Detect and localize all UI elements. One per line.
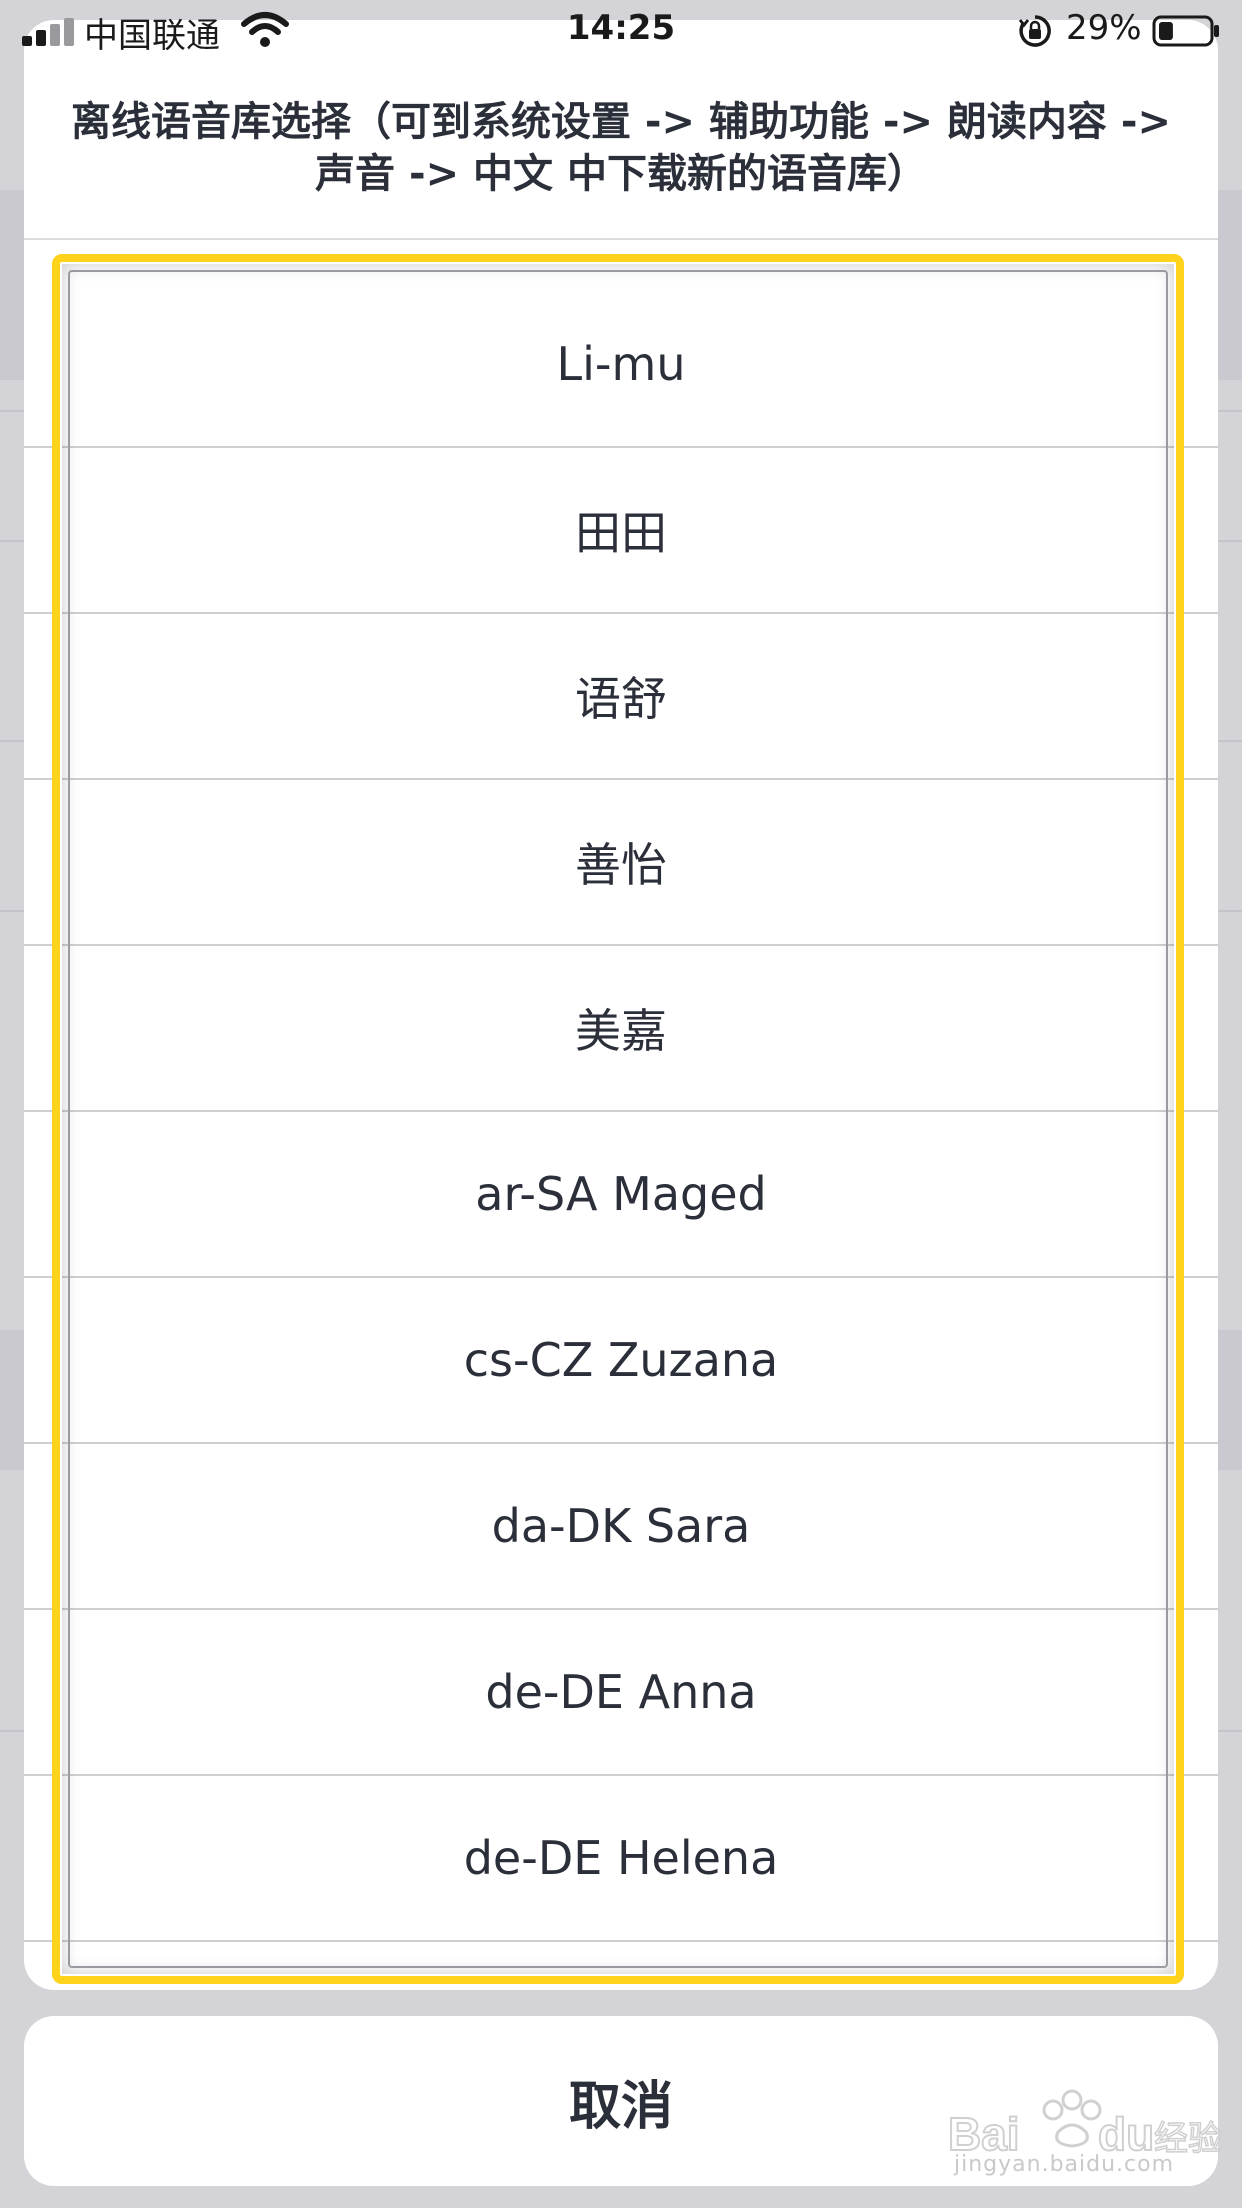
voice-option-label: da-DK Sara bbox=[491, 1499, 751, 1553]
status-bar: 中国联通 14:25 29% bbox=[0, 0, 1242, 62]
battery-icon bbox=[1152, 15, 1219, 47]
voice-option[interactable]: ar-SA Maged bbox=[24, 1112, 1218, 1278]
voice-option[interactable]: de-DE Anna bbox=[24, 1610, 1218, 1776]
voice-option-label: cs-CZ Zuzana bbox=[463, 1333, 779, 1387]
voice-option-label: 美嘉 bbox=[575, 1004, 667, 1058]
voice-option[interactable]: cs-CZ Zuzana bbox=[24, 1278, 1218, 1444]
watermark-url: jingyan.baidu.com bbox=[954, 2152, 1175, 2177]
voice-option[interactable]: 语舒 bbox=[24, 614, 1218, 780]
voice-option-label: Li-mu bbox=[556, 337, 686, 391]
action-sheet: 离线语音库选择（可到系统设置 -> 辅助功能 -> 朗读内容 -> 声音 -> … bbox=[24, 20, 1218, 1990]
voice-option[interactable]: da-DK Sara bbox=[24, 1444, 1218, 1610]
voice-option[interactable]: Li-mu bbox=[24, 282, 1218, 448]
clock: 14:25 bbox=[566, 8, 676, 48]
voice-option-label: de-DE Helena bbox=[463, 1831, 779, 1885]
voice-option-list[interactable]: Li-mu 田田 语舒 善怡 美嘉 ar-SA Maged cs-CZ Zuza… bbox=[24, 172, 1218, 1942]
voice-option-label: de-DE Anna bbox=[485, 1665, 757, 1719]
rotation-lock-icon bbox=[1018, 15, 1051, 47]
voice-option[interactable]: de-DE Helena bbox=[24, 1776, 1218, 1942]
voice-option[interactable]: 田田 bbox=[24, 448, 1218, 614]
voice-option[interactable]: 善怡 bbox=[24, 780, 1218, 946]
title-divider bbox=[24, 238, 1218, 240]
voice-option-label: 语舒 bbox=[575, 672, 667, 726]
list-top-spacer bbox=[24, 172, 1218, 282]
voice-option[interactable]: 美嘉 bbox=[24, 946, 1218, 1112]
battery-percent: 29% bbox=[1066, 8, 1142, 48]
voice-option-label: ar-SA Maged bbox=[475, 1167, 767, 1221]
voice-option-label: 善怡 bbox=[575, 838, 667, 892]
voice-option-label: 田田 bbox=[575, 506, 667, 560]
